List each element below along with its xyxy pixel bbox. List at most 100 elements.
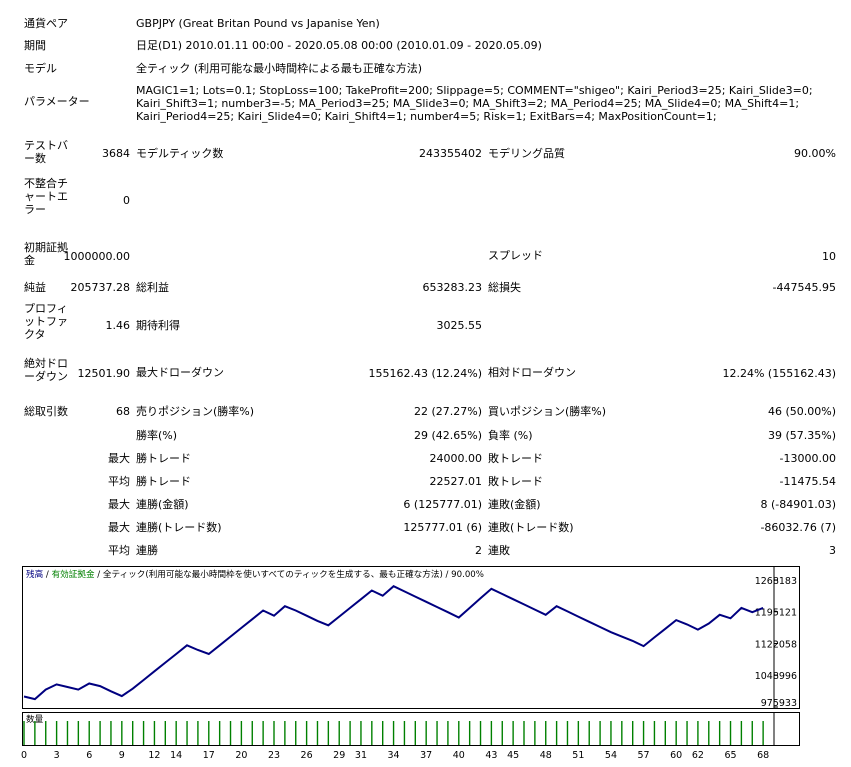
profit-factor-label: プロフィットファクタ bbox=[24, 302, 68, 341]
parameters-value: MAGIC1=1; Lots=0.1; StopLoss=100; TakePr… bbox=[136, 84, 813, 123]
absolute-drawdown-value: 12501.90 bbox=[77, 367, 131, 380]
x-tick-label: 65 bbox=[724, 750, 736, 761]
detail-left-label: 勝率(%) bbox=[136, 429, 178, 442]
detail-right-value: -11475.54 bbox=[779, 475, 836, 488]
expected-payoff-label: 期待利得 bbox=[136, 319, 180, 332]
detail-prefix: 最大 bbox=[108, 521, 130, 534]
short-positions-value: 22 (27.27%) bbox=[413, 405, 482, 418]
detail-left-label: 勝トレード bbox=[136, 475, 191, 488]
period-label: 期間 bbox=[24, 39, 46, 52]
test-bars-label: テストバー数 bbox=[24, 139, 68, 165]
x-tick-label: 0 bbox=[21, 750, 27, 761]
x-tick-label: 60 bbox=[670, 750, 682, 761]
maximal-drawdown-label: 最大ドローダウン bbox=[136, 366, 224, 379]
volume-chart: 数量 bbox=[22, 712, 800, 746]
x-tick-label: 6 bbox=[86, 750, 92, 761]
chart-frame bbox=[22, 566, 800, 709]
detail-prefix: 最大 bbox=[108, 498, 130, 511]
spread-value: 10 bbox=[822, 250, 836, 263]
detail-left-label: 勝トレード bbox=[136, 452, 191, 465]
chart-legend-part: 有効証拠金 bbox=[52, 568, 95, 580]
detail-right-label: 連敗(金額) bbox=[488, 498, 541, 511]
detail-left-value: 22527.01 bbox=[429, 475, 483, 488]
x-tick-label: 62 bbox=[692, 750, 704, 761]
chart-legend-part: 残高 bbox=[26, 568, 44, 580]
detail-prefix: 平均 bbox=[108, 475, 130, 488]
model-ticks-value: 243355402 bbox=[419, 147, 482, 160]
long-positions-value: 46 (50.00%) bbox=[767, 405, 836, 418]
x-tick-label: 51 bbox=[572, 750, 584, 761]
balance-chart: 1268183119512111220581048996975933残高 / 有… bbox=[22, 566, 800, 709]
long-positions-label: 買いポジション(勝率%) bbox=[488, 405, 607, 418]
spread-label: スプレッド bbox=[488, 249, 543, 262]
test-bars-value: 3684 bbox=[102, 147, 130, 160]
mismatch-errors-label: 不整合チャートエラー bbox=[24, 177, 68, 216]
detail-left-value: 24000.00 bbox=[429, 452, 483, 465]
x-axis: 0 3 6 9 12 14 17 20 23 26 29 31 34 37 40 43 45 48 51 54 57 60… bbox=[21, 750, 769, 761]
relative-drawdown-value: 12.24% (155162.43) bbox=[722, 367, 836, 380]
chart-legend-part: 全ティック(利用可能な最小時間枠を使いすべてのティックを生成する、最も正確な方法… bbox=[103, 568, 443, 580]
initial-deposit-value: 1000000.00 bbox=[63, 250, 130, 263]
gross-loss-value: -447545.95 bbox=[772, 281, 836, 294]
y-tick-label: 1122058 bbox=[755, 640, 797, 651]
x-tick-label: 12 bbox=[148, 750, 160, 761]
x-tick-label: 23 bbox=[268, 750, 280, 761]
x-tick-label: 14 bbox=[170, 750, 182, 761]
x-tick-label: 31 bbox=[355, 750, 367, 761]
volume-frame bbox=[22, 712, 800, 746]
modeling-quality-value: 90.00% bbox=[794, 147, 836, 160]
profit-factor-value: 1.46 bbox=[105, 319, 131, 332]
x-tick-label: 26 bbox=[301, 750, 313, 761]
parameters-label: パラメーター bbox=[24, 95, 90, 108]
detail-right-label: 連敗 bbox=[488, 544, 510, 557]
modeling-quality-label: モデリング品質 bbox=[488, 147, 565, 160]
detail-right-label: 負率 (%) bbox=[488, 429, 533, 442]
detail-left-label: 連勝(金額) bbox=[136, 498, 189, 511]
x-tick-label: 29 bbox=[333, 750, 345, 761]
detail-right-value: -13000.00 bbox=[779, 452, 836, 465]
x-tick-label: 68 bbox=[757, 750, 769, 761]
detail-right-value: 39 (57.35%) bbox=[767, 429, 836, 442]
detail-right-label: 連敗(トレード数) bbox=[488, 521, 574, 534]
chart-legend-part: 90.00% bbox=[451, 570, 484, 580]
detail-left-value: 125777.01 (6) bbox=[403, 521, 482, 534]
short-positions-label: 売りポジション(勝率%) bbox=[136, 405, 255, 418]
x-tick-label: 34 bbox=[388, 750, 400, 761]
gross-profit-value: 653283.23 bbox=[422, 281, 483, 294]
symbol-label: 通貨ペア bbox=[24, 17, 68, 30]
gross-profit-label: 総利益 bbox=[136, 281, 169, 294]
x-tick-label: 20 bbox=[235, 750, 247, 761]
net-profit-label: 純益 bbox=[24, 281, 46, 294]
model-value: 全ティック (利用可能な最小時間枠による最も正確な方法) bbox=[136, 62, 423, 75]
chart-legend-part: / bbox=[95, 570, 103, 580]
chart-legend-part: / bbox=[443, 570, 451, 580]
detail-left-value: 29 (42.65%) bbox=[413, 429, 482, 442]
detail-left-value: 2 bbox=[475, 544, 482, 557]
detail-right-label: 敗トレード bbox=[488, 452, 543, 465]
y-tick-label: 1048996 bbox=[755, 671, 797, 682]
gross-loss-label: 総損失 bbox=[488, 281, 521, 294]
detail-right-value: -86032.76 (7) bbox=[760, 521, 836, 534]
x-tick-label: 48 bbox=[540, 750, 552, 761]
detail-right-value: 3 bbox=[829, 544, 836, 557]
x-tick-label: 37 bbox=[420, 750, 432, 761]
x-tick-label: 3 bbox=[54, 750, 60, 761]
x-tick-label: 45 bbox=[507, 750, 519, 761]
model-ticks-label: モデルティック数 bbox=[136, 147, 224, 160]
model-label: モデル bbox=[24, 62, 57, 75]
detail-prefix: 平均 bbox=[108, 544, 130, 557]
y-tick-label: 975933 bbox=[761, 698, 797, 709]
total-trades-label: 総取引数 bbox=[24, 405, 68, 418]
x-tick-label: 43 bbox=[485, 750, 497, 761]
detail-left-label: 連勝 bbox=[136, 544, 158, 557]
symbol-value: GBPJPY (Great Britan Pound vs Japanise Y… bbox=[136, 17, 380, 30]
x-tick-label: 40 bbox=[453, 750, 465, 761]
maximal-drawdown-value: 155162.43 (12.24%) bbox=[368, 367, 482, 380]
x-tick-label: 57 bbox=[638, 750, 650, 761]
detail-right-value: 8 (-84901.03) bbox=[760, 498, 836, 511]
period-value: 日足(D1) 2010.01.11 00:00 - 2020.05.08 00:… bbox=[136, 39, 542, 52]
relative-drawdown-label: 相対ドローダウン bbox=[488, 366, 576, 379]
expected-payoff-value: 3025.55 bbox=[436, 319, 483, 332]
chart-legend-part: / bbox=[43, 570, 51, 580]
mismatch-errors-value: 0 bbox=[123, 194, 130, 207]
